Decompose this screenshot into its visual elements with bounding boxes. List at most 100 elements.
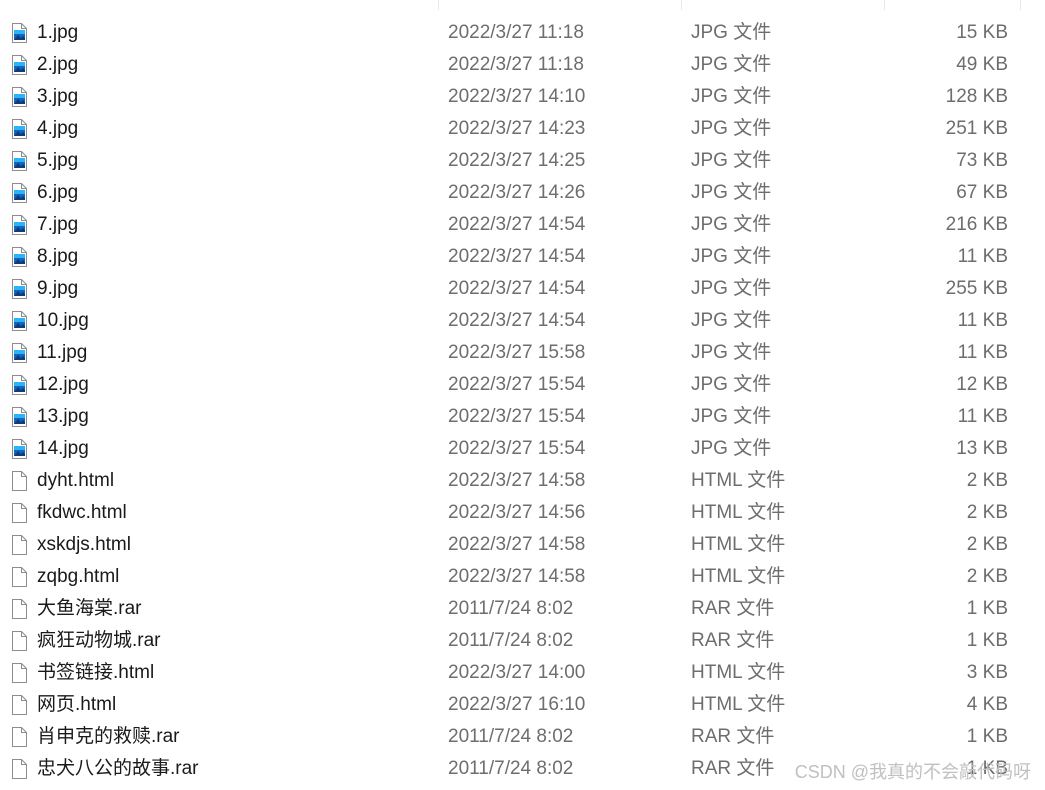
file-name: 书签链接.html: [37, 662, 155, 683]
file-row[interactable]: 4.jpg 2022/3/27 14:23 JPG 文件 251 KB: [0, 113, 1045, 145]
image-file-icon: [12, 183, 27, 203]
image-file-icon: [12, 55, 27, 75]
file-name: 12.jpg: [37, 374, 89, 395]
file-row[interactable]: 12.jpg 2022/3/27 15:54 JPG 文件 12 KB: [0, 369, 1045, 401]
blank-file-icon: [12, 663, 27, 683]
file-row[interactable]: 10.jpg 2022/3/27 14:54 JPG 文件 11 KB: [0, 305, 1045, 337]
file-size: 11 KB: [957, 406, 1008, 427]
file-date-modified: 2022/3/27 16:10: [448, 694, 586, 715]
file-date-modified: 2022/3/27 11:18: [448, 54, 584, 75]
image-file-icon: [12, 279, 27, 299]
file-row[interactable]: dyht.html 2022/3/27 14:58 HTML 文件 2 KB: [0, 465, 1045, 497]
file-date-modified: 2022/3/27 14:23: [448, 118, 586, 139]
file-type: HTML 文件: [691, 502, 786, 523]
file-size: 2 KB: [966, 470, 1008, 491]
file-date-modified: 2022/3/27 14:58: [448, 534, 586, 555]
column-divider-name[interactable]: [438, 0, 439, 10]
file-date-modified: 2011/7/24 8:02: [448, 758, 574, 779]
file-type: JPG 文件: [691, 342, 772, 363]
file-size: 13 KB: [956, 438, 1008, 459]
file-type: RAR 文件: [691, 630, 775, 651]
image-file-icon: [12, 151, 27, 171]
file-type: RAR 文件: [691, 598, 775, 619]
image-file-icon: [12, 23, 27, 43]
file-size: 251 KB: [945, 118, 1008, 139]
file-name: 肖申克的救赎.rar: [37, 726, 180, 747]
blank-file-icon: [12, 631, 27, 651]
file-type: JPG 文件: [691, 438, 772, 459]
file-row[interactable]: 疯狂动物城.rar 2011/7/24 8:02 RAR 文件 1 KB: [0, 625, 1045, 657]
file-date-modified: 2022/3/27 14:54: [448, 278, 586, 299]
blank-file-icon: [12, 759, 27, 779]
file-row[interactable]: 3.jpg 2022/3/27 14:10 JPG 文件 128 KB: [0, 81, 1045, 113]
file-row[interactable]: 肖申克的救赎.rar 2011/7/24 8:02 RAR 文件 1 KB: [0, 721, 1045, 753]
file-name: xskdjs.html: [37, 534, 131, 555]
file-size: 73 KB: [956, 150, 1008, 171]
file-row[interactable]: fkdwc.html 2022/3/27 14:56 HTML 文件 2 KB: [0, 497, 1045, 529]
column-divider-size[interactable]: [1020, 0, 1021, 10]
file-type: RAR 文件: [691, 726, 775, 747]
file-row[interactable]: 6.jpg 2022/3/27 14:26 JPG 文件 67 KB: [0, 177, 1045, 209]
file-name: 6.jpg: [37, 182, 79, 203]
file-row[interactable]: 7.jpg 2022/3/27 14:54 JPG 文件 216 KB: [0, 209, 1045, 241]
file-row[interactable]: 9.jpg 2022/3/27 14:54 JPG 文件 255 KB: [0, 273, 1045, 305]
file-row[interactable]: 13.jpg 2022/3/27 15:54 JPG 文件 11 KB: [0, 401, 1045, 433]
file-size: 12 KB: [956, 374, 1008, 395]
file-name: 4.jpg: [37, 118, 79, 139]
file-row[interactable]: zqbg.html 2022/3/27 14:58 HTML 文件 2 KB: [0, 561, 1045, 593]
file-size: 2 KB: [966, 502, 1008, 523]
file-type: JPG 文件: [691, 150, 772, 171]
file-row[interactable]: 网页.html 2022/3/27 16:10 HTML 文件 4 KB: [0, 689, 1045, 721]
file-type: HTML 文件: [691, 566, 786, 587]
image-file-icon: [12, 119, 27, 139]
file-date-modified: 2022/3/27 14:54: [448, 214, 586, 235]
file-date-modified: 2022/3/27 14:58: [448, 470, 586, 491]
file-name: 14.jpg: [37, 438, 89, 459]
image-file-icon: [12, 407, 27, 427]
file-name: 8.jpg: [37, 246, 79, 267]
file-row[interactable]: 5.jpg 2022/3/27 14:25 JPG 文件 73 KB: [0, 145, 1045, 177]
file-date-modified: 2022/3/27 14:54: [448, 310, 586, 331]
file-name: zqbg.html: [37, 566, 120, 587]
file-row[interactable]: xskdjs.html 2022/3/27 14:58 HTML 文件 2 KB: [0, 529, 1045, 561]
file-size: 1 KB: [966, 726, 1008, 747]
file-type: JPG 文件: [691, 406, 772, 427]
file-name: 10.jpg: [37, 310, 89, 331]
file-size: 255 KB: [945, 278, 1008, 299]
column-divider-type[interactable]: [884, 0, 885, 10]
column-divider-date[interactable]: [681, 0, 682, 10]
file-date-modified: 2022/3/27 15:54: [448, 374, 586, 395]
file-row[interactable]: 2.jpg 2022/3/27 11:18 JPG 文件 49 KB: [0, 49, 1045, 81]
file-size: 1 KB: [966, 598, 1008, 619]
file-name: 5.jpg: [37, 150, 79, 171]
file-type: JPG 文件: [691, 22, 772, 43]
file-type: HTML 文件: [691, 470, 786, 491]
file-name: 1.jpg: [37, 22, 79, 43]
file-type: JPG 文件: [691, 374, 772, 395]
file-date-modified: 2011/7/24 8:02: [448, 598, 574, 619]
file-row[interactable]: 书签链接.html 2022/3/27 14:00 HTML 文件 3 KB: [0, 657, 1045, 689]
file-size: 15 KB: [956, 22, 1008, 43]
file-list: 1.jpg 2022/3/27 11:18 JPG 文件 15 KB 2.jpg 2022…: [0, 17, 1045, 785]
file-row[interactable]: 大鱼海棠.rar 2011/7/24 8:02 RAR 文件 1 KB: [0, 593, 1045, 625]
file-type: HTML 文件: [691, 694, 786, 715]
file-row[interactable]: 11.jpg 2022/3/27 15:58 JPG 文件 11 KB: [0, 337, 1045, 369]
file-type: JPG 文件: [691, 214, 772, 235]
file-date-modified: 2022/3/27 14:00: [448, 662, 586, 683]
blank-file-icon: [12, 535, 27, 555]
file-date-modified: 2022/3/27 11:18: [448, 22, 584, 43]
file-type: JPG 文件: [691, 310, 772, 331]
file-name: 7.jpg: [37, 214, 79, 235]
file-size: 49 KB: [956, 54, 1008, 75]
file-type: JPG 文件: [691, 246, 772, 267]
file-row[interactable]: 1.jpg 2022/3/27 11:18 JPG 文件 15 KB: [0, 17, 1045, 49]
image-file-icon: [12, 215, 27, 235]
file-date-modified: 2022/3/27 14:25: [448, 150, 586, 171]
file-name: 忠犬八公的故事.rar: [37, 758, 199, 779]
file-size: 11 KB: [957, 246, 1008, 267]
file-row[interactable]: 8.jpg 2022/3/27 14:54 JPG 文件 11 KB: [0, 241, 1045, 273]
file-date-modified: 2011/7/24 8:02: [448, 630, 574, 651]
file-date-modified: 2022/3/27 14:58: [448, 566, 586, 587]
image-file-icon: [12, 439, 27, 459]
file-row[interactable]: 14.jpg 2022/3/27 15:54 JPG 文件 13 KB: [0, 433, 1045, 465]
